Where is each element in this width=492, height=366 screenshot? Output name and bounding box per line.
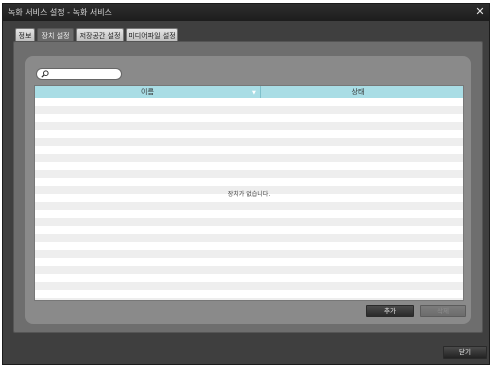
device-table: 이름 ▼ 상태 장치가 없습니다. bbox=[34, 85, 464, 301]
window-title: 녹화 서비스 설정 - 녹화 서비스 bbox=[8, 8, 112, 17]
tab-media-file-settings[interactable]: 미디어파일 설정 bbox=[126, 28, 178, 42]
search-input[interactable] bbox=[36, 68, 122, 80]
settings-window: 녹화 서비스 설정 - 녹화 서비스 ✕ 정보 장치 설정 저장공간 설정 미디… bbox=[2, 3, 490, 365]
add-button[interactable]: 추가 bbox=[366, 305, 414, 317]
close-icon[interactable]: ✕ bbox=[474, 6, 486, 18]
search-icon bbox=[41, 70, 49, 78]
delete-button: 삭제 bbox=[420, 305, 466, 317]
tab-storage-settings[interactable]: 저장공간 설정 bbox=[76, 28, 124, 42]
empty-message: 장치가 없습니다. bbox=[227, 191, 271, 198]
column-header-status[interactable]: 상태 bbox=[261, 86, 455, 98]
tab-panel: 이름 ▼ 상태 장치가 없습니다. 추가 삭제 bbox=[13, 41, 483, 333]
device-list-area: 이름 ▼ 상태 장치가 없습니다. 추가 삭제 bbox=[25, 56, 471, 324]
close-button[interactable]: 닫기 bbox=[443, 346, 487, 359]
tab-info[interactable]: 정보 bbox=[15, 28, 35, 42]
sort-desc-icon[interactable]: ▼ bbox=[252, 90, 256, 96]
column-header-name[interactable]: 이름 bbox=[35, 86, 261, 98]
title-bar[interactable]: 녹화 서비스 설정 - 녹화 서비스 ✕ bbox=[3, 4, 489, 21]
table-rows: 장치가 없습니다. bbox=[35, 98, 463, 300]
